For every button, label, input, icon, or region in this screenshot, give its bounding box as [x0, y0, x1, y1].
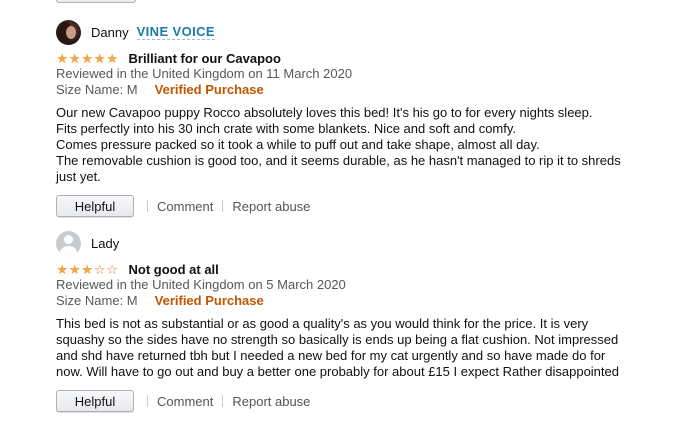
star-icon: ★: [68, 261, 81, 277]
star-icon: ★: [81, 50, 94, 66]
variant-label[interactable]: Size Name: M: [56, 82, 138, 98]
review-body-line: and shd have returned tbh but I needed a…: [56, 348, 606, 363]
review-body-line: Comes pressure packed so it took a while…: [56, 137, 540, 152]
comment-link[interactable]: Comment: [157, 394, 213, 409]
review-body: This bed is not as substantial or as goo…: [56, 316, 676, 380]
divider: [147, 200, 148, 212]
review-title[interactable]: Not good at all: [129, 262, 219, 277]
comment-link[interactable]: Comment: [157, 199, 213, 214]
star-icon: ★: [56, 261, 69, 277]
divider: [222, 395, 224, 407]
variant-row: Size Name: M Verified Purchase: [56, 293, 676, 309]
rating-row: ★ ★ ★ ★ ★ Brilliant for our Cavapoo: [56, 50, 676, 66]
divider: [222, 200, 224, 212]
empty-star-icon: ☆: [106, 261, 119, 277]
reviewer-name: Lady: [91, 235, 120, 251]
verified-purchase-badge: Verified Purchase: [154, 82, 264, 97]
reviewer-profile[interactable]: Danny VINE VOICE: [56, 19, 676, 45]
star-rating[interactable]: ★ ★ ★ ☆ ☆: [56, 263, 119, 276]
review-title[interactable]: Brilliant for our Cavapoo: [129, 51, 281, 66]
star-rating[interactable]: ★ ★ ★ ★ ★: [56, 52, 119, 65]
review-body-line: now. Will have to go out and buy a bette…: [56, 364, 619, 379]
review-body-line: Fits perfectly into his 30 inch crate wi…: [56, 121, 517, 136]
report-abuse-link[interactable]: Report abuse: [232, 199, 310, 214]
reviewer-photo-icon: [56, 19, 81, 45]
review-body: Our new Cavapoo puppy Rocco absolutely l…: [56, 105, 676, 185]
verified-purchase-badge: Verified Purchase: [154, 293, 264, 308]
rating-row: ★ ★ ★ ☆ ☆ Not good at all: [56, 261, 676, 277]
variant-row: Size Name: M Verified Purchase: [56, 82, 676, 98]
review-body-line: Our new Cavapoo puppy Rocco absolutely l…: [56, 105, 593, 120]
review-date: Reviewed in the United Kingdom on 11 Mar…: [56, 66, 353, 81]
default-user-icon: [56, 230, 81, 256]
star-icon: ★: [56, 50, 69, 66]
divider: [147, 395, 148, 407]
review-actions: Helpful Comment Report abuse: [56, 194, 676, 218]
star-icon: ★: [93, 50, 106, 66]
empty-star-icon: ☆: [93, 261, 106, 277]
helpful-button[interactable]: Helpful: [56, 195, 134, 217]
review-date: Reviewed in the United Kingdom on 5 Marc…: [56, 277, 346, 292]
review-body-line: The removable cushion is good too, and i…: [56, 153, 621, 168]
variant-label[interactable]: Size Name: M: [56, 293, 138, 309]
report-abuse-link[interactable]: Report abuse: [232, 394, 310, 409]
reviewer-profile[interactable]: Lady: [56, 230, 676, 256]
star-icon: ★: [68, 50, 81, 66]
review-card: Danny VINE VOICE ★ ★ ★ ★ ★ Brilliant for…: [56, 19, 676, 218]
review-body-line: just yet.: [56, 169, 101, 184]
vine-voice-badge[interactable]: VINE VOICE: [136, 24, 215, 40]
review-actions: Helpful Comment Report abuse: [56, 389, 676, 413]
star-icon: ★: [81, 261, 94, 277]
helpful-button[interactable]: Helpful: [56, 390, 134, 412]
review-body-line: squashy so the sides have no strength so…: [56, 332, 619, 347]
review-body-line: This bed is not as substantial or as goo…: [56, 316, 589, 331]
previous-helpful-button-edge[interactable]: [56, 0, 136, 3]
review-card: Lady ★ ★ ★ ☆ ☆ Not good at all Reviewed …: [56, 230, 676, 413]
reviewer-name: Danny: [91, 24, 129, 40]
star-icon: ★: [106, 50, 119, 66]
